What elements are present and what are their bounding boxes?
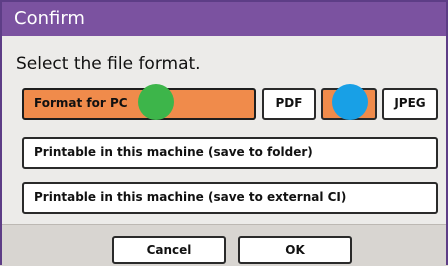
save-to-external-button[interactable]: Printable in this machine (save to exter… xyxy=(22,182,438,214)
ok-label: OK xyxy=(285,243,305,257)
pdf-label: PDF xyxy=(275,96,303,110)
ok-button[interactable]: OK xyxy=(238,236,352,264)
jpeg-button[interactable]: JPEG xyxy=(382,88,438,120)
cancel-label: Cancel xyxy=(146,243,192,257)
jpeg-label: JPEG xyxy=(394,96,426,110)
dialog-prompt: Select the file format. xyxy=(16,54,201,74)
save-to-folder-button[interactable]: Printable in this machine (save to folde… xyxy=(22,137,438,169)
dialog-title: Confirm xyxy=(2,2,446,36)
confirm-dialog: Confirm Select the file format. Format f… xyxy=(0,0,448,266)
save-to-folder-label: Printable in this machine (save to folde… xyxy=(34,145,313,159)
blue-circle-marker xyxy=(332,84,368,120)
pdf-button[interactable]: PDF xyxy=(262,88,316,120)
cancel-button[interactable]: Cancel xyxy=(112,236,226,264)
green-circle-marker xyxy=(138,84,174,120)
format-for-pc-label: Format for PC xyxy=(34,96,128,110)
save-to-external-label: Printable in this machine (save to exter… xyxy=(34,190,347,204)
